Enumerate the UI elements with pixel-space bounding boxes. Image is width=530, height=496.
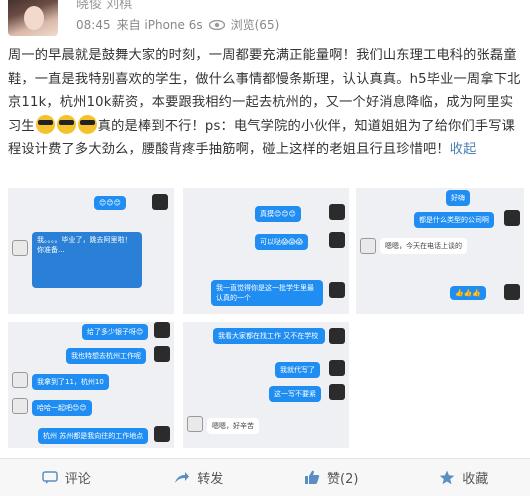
chat-bubble: 这一写不要紧	[269, 386, 321, 402]
chat-avatar	[504, 284, 520, 300]
post-source: 来自 iPhone 6s	[116, 18, 203, 32]
comment-icon	[41, 470, 58, 485]
chat-bubble: 可以哒😱😱😱	[255, 234, 308, 250]
comment-button[interactable]: 评论	[0, 459, 133, 496]
repost-button[interactable]: 转发	[133, 459, 266, 496]
post-header: 晓俊 刘棋 08:45 来自 iPhone 6s 浏览(65)	[0, 0, 530, 40]
cool-face-emoji-icon	[56, 114, 76, 134]
chat-avatar	[12, 398, 28, 414]
cool-face-emoji-icon	[77, 114, 97, 134]
post-meta: 08:45 来自 iPhone 6s 浏览(65)	[76, 16, 279, 33]
chat-avatar	[154, 426, 170, 442]
chat-avatar	[329, 360, 345, 376]
action-bar: 评论 转发 赞(2) 收藏	[0, 458, 530, 496]
chat-bubble: 给了多少银子呀😊	[82, 324, 149, 340]
like-label: 赞(2)	[327, 472, 359, 487]
chat-bubble: 👍👍👍	[450, 286, 487, 300]
chat-bubble: 我也特想去杭州工作呢	[66, 348, 146, 364]
chat-avatar	[12, 240, 28, 256]
chat-avatar	[329, 328, 345, 344]
chat-bubble: 都是什么类型的公司啊	[414, 212, 494, 228]
chat-bubble: 我一直觉得你是这一批学生里最认真的一个	[211, 280, 323, 306]
post-time: 08:45	[76, 17, 111, 32]
image-grid: 😊😊😊 我。。。。毕业了，跳去阿里啦！你准备... 真摸😊😊😊 可以哒😱😱😱 我…	[8, 188, 524, 448]
chat-avatar	[187, 416, 203, 432]
repost-label: 转发	[197, 472, 224, 487]
chat-avatar	[329, 384, 345, 400]
chat-avatar	[152, 194, 168, 210]
star-icon	[439, 470, 455, 485]
username[interactable]: 晓俊 刘棋	[76, 0, 132, 12]
chat-bubble: 我。。。。毕业了，跳去阿里啦！你准备...	[32, 232, 142, 288]
chat-bubble: 我就代写了	[275, 362, 320, 378]
chat-bubble: 😊😊😊	[94, 196, 126, 210]
repost-icon	[174, 471, 190, 485]
chat-bubble: 好嗨	[446, 190, 470, 206]
chat-avatar	[12, 372, 28, 388]
views-count: 浏览(65)	[230, 18, 280, 32]
collapse-link[interactable]: 收起	[450, 142, 477, 157]
eye-icon	[208, 19, 225, 30]
comment-label: 评论	[64, 472, 91, 487]
chat-screenshot-2[interactable]: 真摸😊😊😊 可以哒😱😱😱 我一直觉得你是这一批学生里最认真的一个	[183, 188, 349, 314]
favorite-label: 收藏	[462, 472, 489, 487]
chat-bubble: 我拿到了11，杭州10	[32, 374, 109, 390]
post-body: 周一的早晨就是鼓舞大家的时刻，一周都要充满正能量啊！我们山东理工电科的张磊童鞋，…	[8, 44, 524, 162]
chat-bubble: 杭州 苏州都是我向往的工作地点	[38, 428, 149, 444]
cool-face-emoji-icon	[35, 114, 55, 134]
thumbs-up-icon	[304, 470, 320, 485]
chat-bubble: 真摸😊😊😊	[255, 206, 301, 222]
chat-screenshot-1[interactable]: 😊😊😊 我。。。。毕业了，跳去阿里啦！你准备...	[8, 188, 174, 314]
chat-avatar	[154, 346, 170, 362]
chat-avatar	[504, 210, 520, 226]
chat-bubble: 嗯嗯，好辛苦	[207, 418, 259, 434]
chat-screenshot-3[interactable]: 好嗨 都是什么类型的公司啊 嗯嗯，今天在电话上谈的 👍👍👍	[356, 188, 524, 314]
chat-avatar	[360, 238, 376, 254]
chat-bubble: 我看大家都在找工作 又不在学校	[213, 328, 325, 344]
chat-avatar	[329, 204, 345, 220]
chat-screenshot-5[interactable]: 我看大家都在找工作 又不在学校 我就代写了 这一写不要紧 嗯嗯，好辛苦	[183, 322, 349, 448]
chat-bubble: 哈哈一起吧😊😊	[32, 400, 92, 416]
user-avatar[interactable]	[8, 0, 58, 36]
chat-avatar	[329, 232, 345, 248]
favorite-button[interactable]: 收藏	[398, 459, 530, 496]
chat-screenshot-4[interactable]: 给了多少银子呀😊 我也特想去杭州工作呢 我拿到了11，杭州10 哈哈一起吧😊😊 …	[8, 322, 174, 448]
chat-avatar	[329, 282, 345, 298]
like-button[interactable]: 赞(2)	[265, 459, 398, 496]
chat-bubble: 嗯嗯，今天在电话上谈的	[380, 238, 467, 254]
chat-avatar	[154, 322, 170, 338]
